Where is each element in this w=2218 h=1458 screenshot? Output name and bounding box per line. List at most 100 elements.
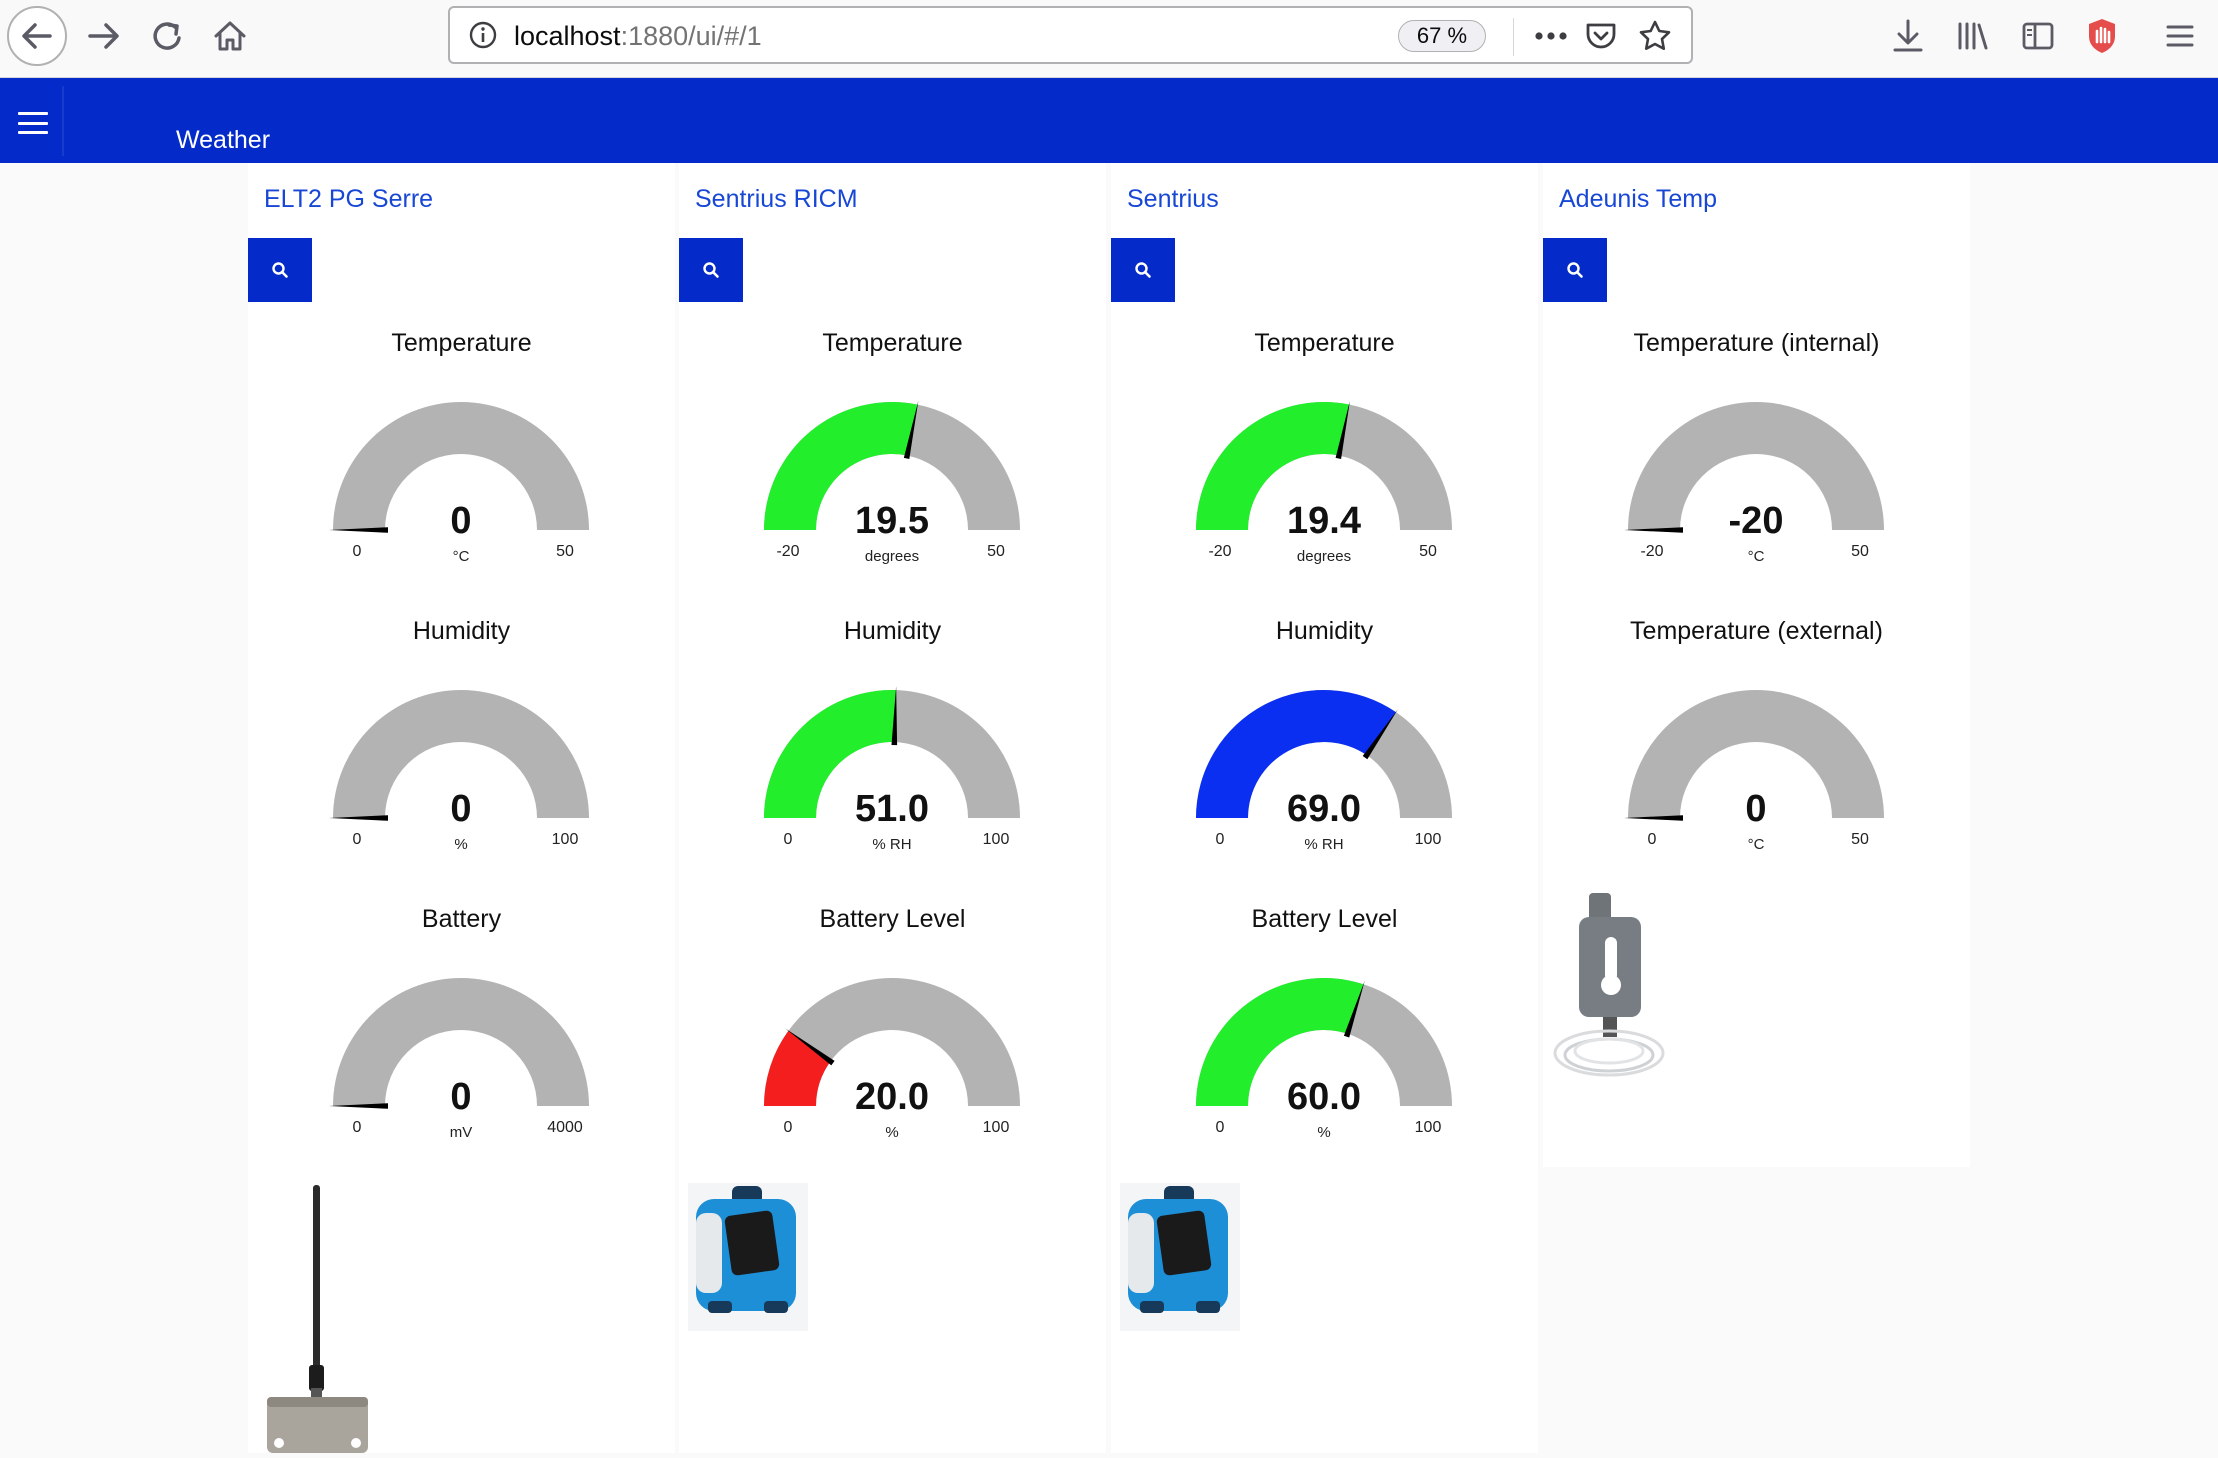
url-text: localhost:1880/ui/#/1 bbox=[514, 21, 762, 52]
download-icon bbox=[1893, 19, 1923, 52]
gauge-min: 0 bbox=[353, 831, 362, 848]
gauge-unit: mV bbox=[450, 1124, 473, 1141]
header-divider bbox=[62, 86, 64, 156]
search-icon bbox=[272, 262, 288, 278]
gauge-max: 4000 bbox=[547, 1119, 583, 1136]
home-icon bbox=[214, 21, 246, 51]
pocket-button[interactable] bbox=[1580, 16, 1622, 56]
antenna-sensor-image bbox=[263, 1185, 373, 1453]
gauge-label: Battery Level bbox=[819, 905, 966, 933]
gauge-value: 60.0 bbox=[1287, 1076, 1361, 1118]
url-path: :1880/ui/#/1 bbox=[620, 21, 762, 51]
gauge-min: 0 bbox=[353, 543, 362, 560]
gauge-min: 0 bbox=[1216, 1119, 1225, 1136]
extension-hand-icon bbox=[2089, 19, 2115, 53]
url-bar-divider bbox=[1513, 18, 1514, 56]
gauge-unit: °C bbox=[1748, 548, 1765, 565]
search-button[interactable] bbox=[1111, 238, 1175, 302]
search-icon bbox=[1135, 262, 1151, 278]
gauge-label: Temperature bbox=[1254, 329, 1395, 357]
library-icon bbox=[1958, 22, 1988, 50]
forward-arrow-icon bbox=[88, 23, 119, 49]
forward-button[interactable] bbox=[82, 5, 126, 67]
library-button[interactable] bbox=[1950, 5, 1996, 67]
url-bar[interactable]: localhost:1880/ui/#/1 67 % bbox=[448, 6, 1693, 64]
gauge-battery: 0 mV 0 4000 Battery bbox=[248, 899, 675, 1169]
gauge-unit: % bbox=[1317, 1124, 1330, 1141]
gauge-max: 50 bbox=[1419, 543, 1437, 560]
gauge-label: Battery Level bbox=[1251, 905, 1398, 933]
reload-icon bbox=[153, 22, 181, 50]
gauge-unit: degrees bbox=[865, 548, 919, 565]
gauge-unit: % bbox=[885, 1124, 898, 1141]
gauge-temperature: 0 °C 0 50 Temperature bbox=[248, 323, 675, 593]
search-button[interactable] bbox=[1543, 238, 1607, 302]
back-button[interactable] bbox=[4, 5, 70, 67]
gauge-dial: 19.5 degrees -20 50 bbox=[764, 400, 1020, 565]
gauge-max: 50 bbox=[556, 543, 574, 560]
gauge-temperature: 19.5 degrees -20 50 Temperature bbox=[679, 323, 1106, 593]
gauge-min: 0 bbox=[784, 831, 793, 848]
gauge-battery-level: 60.0% 0 100 Battery Level bbox=[1111, 899, 1538, 1169]
gauge-label: Battery bbox=[421, 905, 502, 933]
gauge-unit: °C bbox=[453, 548, 470, 565]
pocket-icon bbox=[1586, 23, 1616, 49]
gauge-label: Humidity bbox=[412, 617, 511, 645]
gauge-value: 0 bbox=[450, 788, 471, 830]
gauge-value: 0 bbox=[1745, 788, 1766, 830]
gauge-label: Temperature (external) bbox=[1630, 617, 1883, 645]
page-actions-button[interactable] bbox=[1528, 18, 1574, 54]
gauge-dial: 51.0 % RH 0 100 bbox=[764, 686, 1020, 853]
gauge-humidity: 0% 0 100 Humidity bbox=[248, 611, 675, 881]
laird-sensor-image bbox=[688, 1183, 808, 1331]
reload-button[interactable] bbox=[146, 5, 190, 67]
downloads-button[interactable] bbox=[1886, 5, 1930, 67]
gauge-temperature-internal: -20 °C -20 50 Temperature (internal) bbox=[1543, 323, 1970, 593]
gauge-max: 100 bbox=[983, 1119, 1010, 1136]
gauge-battery-level: 20.0% 0 100 Battery Level bbox=[679, 899, 1106, 1169]
gauge-min: -20 bbox=[1640, 543, 1663, 560]
group-title: Adeunis Temp bbox=[1559, 185, 1717, 213]
browser-menu-button[interactable] bbox=[2158, 5, 2202, 67]
search-button[interactable] bbox=[679, 238, 743, 302]
extension-button[interactable] bbox=[2080, 5, 2124, 67]
gauge-dial: 0 °C 0 50 bbox=[329, 402, 589, 565]
gauge-min: 0 bbox=[1648, 831, 1657, 848]
gauge-max: 50 bbox=[1851, 831, 1869, 848]
gauge-unit: °C bbox=[1748, 836, 1765, 853]
gauge-temperature-external: 0 °C 0 50 Temperature (external) bbox=[1543, 611, 1970, 881]
gauge-value: 0 bbox=[450, 1076, 471, 1118]
sidebar-button[interactable] bbox=[2016, 5, 2060, 67]
info-icon bbox=[469, 21, 497, 49]
gauge-label: Humidity bbox=[843, 617, 942, 645]
gauge-min: 0 bbox=[1216, 831, 1225, 848]
sidebar-icon bbox=[2022, 22, 2054, 50]
gauge-value: 20.0 bbox=[855, 1076, 929, 1118]
gauge-value: 0 bbox=[450, 500, 471, 542]
gauge-value: 51.0 bbox=[855, 788, 929, 830]
gauge-humidity: 69.0 % RH 0 100 Humidity bbox=[1111, 611, 1538, 881]
gauge-temperature: 19.4 degrees -20 50 Temperature bbox=[1111, 323, 1538, 593]
gauge-value: 19.5 bbox=[855, 500, 929, 542]
gauge-dial: 69.0 % RH 0 100 bbox=[1196, 690, 1452, 853]
gauge-label: Temperature bbox=[822, 329, 963, 357]
hamburger-menu-icon[interactable] bbox=[18, 112, 48, 134]
gauge-max: 100 bbox=[1415, 1119, 1442, 1136]
search-icon bbox=[703, 262, 719, 278]
gauge-dial: 20.0% 0 100 bbox=[764, 978, 1020, 1141]
gauge-dial: 0 mV 0 4000 bbox=[329, 978, 589, 1141]
gauge-label: Temperature bbox=[391, 329, 532, 357]
gauge-value: -20 bbox=[1729, 500, 1784, 542]
search-button[interactable] bbox=[248, 238, 312, 302]
gauge-unit: degrees bbox=[1297, 548, 1351, 565]
zoom-level-badge[interactable]: 67 % bbox=[1398, 20, 1486, 52]
menu-icon bbox=[2166, 25, 2194, 47]
gauge-max: 50 bbox=[1851, 543, 1869, 560]
gauge-max: 100 bbox=[552, 831, 579, 848]
bookmark-button[interactable] bbox=[1634, 16, 1676, 56]
gauge-min: -20 bbox=[1208, 543, 1231, 560]
home-button[interactable] bbox=[208, 5, 252, 67]
browser-toolbar: localhost:1880/ui/#/1 67 % bbox=[0, 0, 2218, 78]
gauge-max: 50 bbox=[987, 543, 1005, 560]
gauge-max: 100 bbox=[983, 831, 1010, 848]
